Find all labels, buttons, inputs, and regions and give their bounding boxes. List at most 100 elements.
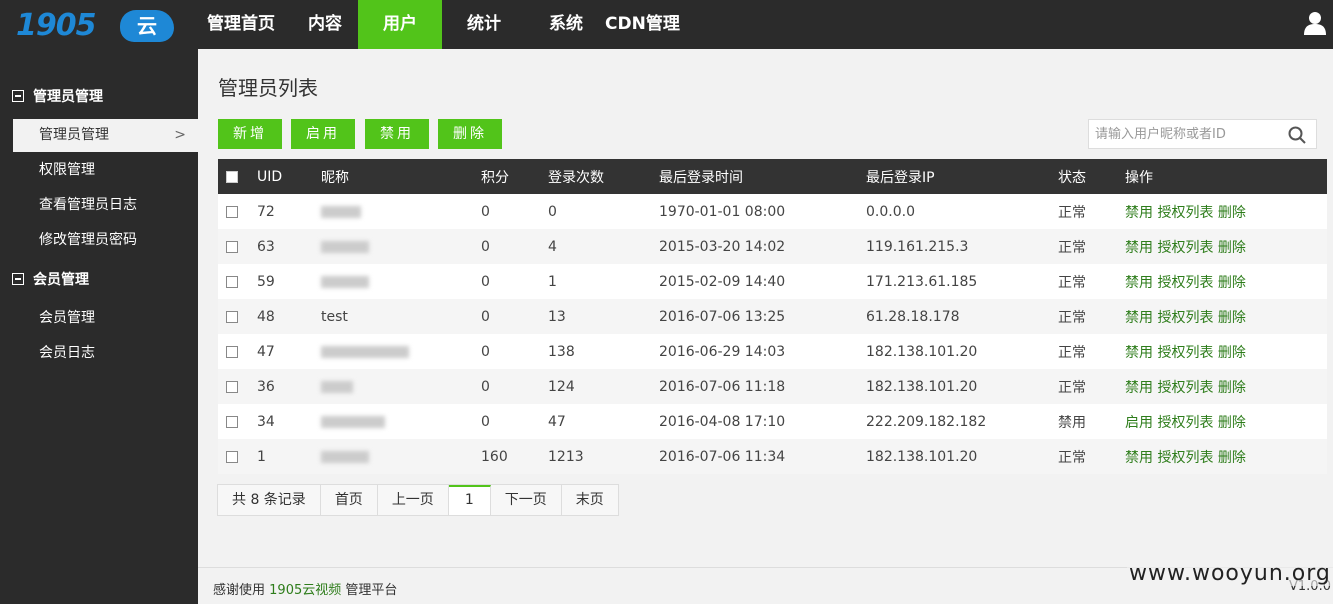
search-input[interactable] bbox=[1095, 125, 1275, 143]
chevron-right-icon: > bbox=[174, 127, 186, 143]
table-row: 1 160 1213 2016-07-06 11:34 182.138.101.… bbox=[218, 439, 1327, 474]
enable-button[interactable]: 启用 bbox=[291, 119, 355, 149]
header-nickname: 昵称 bbox=[321, 169, 349, 186]
header-last-ip: 最后登录IP bbox=[866, 169, 935, 186]
delete-link[interactable]: 删除 bbox=[1218, 310, 1246, 326]
row-checkbox[interactable] bbox=[226, 240, 238, 253]
toggle-link[interactable]: 禁用 bbox=[1125, 450, 1153, 466]
cell-uid: 1 bbox=[257, 448, 266, 465]
admin-table: UID 昵称 积分 登录次数 最后登录时间 最后登录IP 状态 操作 72 0 … bbox=[218, 159, 1327, 474]
nav-item-cdn[interactable]: CDN管理 bbox=[599, 0, 686, 49]
cell-uid: 72 bbox=[257, 203, 275, 220]
delete-link[interactable]: 删除 bbox=[1218, 275, 1246, 291]
row-checkbox[interactable] bbox=[226, 310, 238, 323]
cell-points: 0 bbox=[481, 203, 490, 220]
cell-nickname bbox=[321, 264, 481, 299]
auth-list-link[interactable]: 授权列表 bbox=[1157, 205, 1213, 221]
cell-last-ip: 171.213.61.185 bbox=[866, 273, 978, 290]
cell-nickname bbox=[321, 369, 481, 404]
sidebar-group-admin[interactable]: 管理员管理 bbox=[12, 87, 103, 107]
cell-points: 0 bbox=[481, 238, 490, 255]
add-button[interactable]: 新增 bbox=[218, 119, 282, 149]
nav-item-home[interactable]: 管理首页 bbox=[198, 0, 284, 49]
sidebar-item-change-password[interactable]: 修改管理员密码 bbox=[13, 224, 198, 257]
cell-last-ip: 182.138.101.20 bbox=[866, 343, 978, 360]
toggle-link[interactable]: 禁用 bbox=[1125, 380, 1153, 396]
row-checkbox[interactable] bbox=[226, 450, 238, 463]
toggle-link[interactable]: 禁用 bbox=[1125, 275, 1153, 291]
sidebar-item-member-log[interactable]: 会员日志 bbox=[13, 337, 198, 370]
disable-button[interactable]: 禁用 bbox=[365, 119, 429, 149]
select-all-checkbox[interactable] bbox=[226, 170, 238, 183]
last-page-button[interactable]: 末页 bbox=[562, 485, 618, 515]
delete-link[interactable]: 删除 bbox=[1218, 450, 1246, 466]
sidebar-item-member-manage[interactable]: 会员管理 bbox=[13, 302, 198, 335]
toggle-link[interactable]: 启用 bbox=[1125, 415, 1153, 431]
cell-status: 正常 bbox=[1058, 204, 1086, 221]
auth-list-link[interactable]: 授权列表 bbox=[1157, 450, 1213, 466]
top-bar: 1905 云 管理首页 内容 用户 统计 系统 CDN管理 bbox=[0, 0, 1333, 49]
next-page-button[interactable]: 下一页 bbox=[491, 485, 562, 515]
delete-link[interactable]: 删除 bbox=[1218, 380, 1246, 396]
cell-uid: 36 bbox=[257, 378, 275, 395]
auth-list-link[interactable]: 授权列表 bbox=[1157, 345, 1213, 361]
delete-link[interactable]: 删除 bbox=[1218, 345, 1246, 361]
blurred-nickname bbox=[321, 450, 369, 463]
search-icon[interactable] bbox=[1288, 126, 1306, 144]
row-checkbox[interactable] bbox=[226, 380, 238, 393]
logo[interactable]: 1905 云 bbox=[16, 6, 174, 43]
footer: 感谢使用 1905云视频 管理平台 bbox=[213, 579, 397, 598]
cell-nickname bbox=[321, 334, 481, 369]
auth-list-link[interactable]: 授权列表 bbox=[1157, 380, 1213, 396]
nav-item-users[interactable]: 用户 bbox=[358, 0, 442, 49]
auth-list-link[interactable]: 授权列表 bbox=[1157, 310, 1213, 326]
row-checkbox[interactable] bbox=[226, 205, 238, 218]
toggle-link[interactable]: 禁用 bbox=[1125, 345, 1153, 361]
delete-link[interactable]: 删除 bbox=[1218, 415, 1246, 431]
nav-item-stats[interactable]: 统计 bbox=[442, 0, 525, 49]
cell-last-ip: 222.209.182.182 bbox=[866, 413, 987, 430]
table-row: 63 0 4 2015-03-20 14:02 119.161.215.3 正常… bbox=[218, 229, 1327, 264]
nav-item-content[interactable]: 内容 bbox=[284, 0, 358, 49]
table-row: 72 0 0 1970-01-01 08:00 0.0.0.0 正常 禁用 授权… bbox=[218, 194, 1327, 229]
delete-button[interactable]: 删除 bbox=[438, 119, 502, 149]
toggle-link[interactable]: 禁用 bbox=[1125, 240, 1153, 256]
cell-last-ip: 61.28.18.178 bbox=[866, 308, 960, 325]
pagination: 共 8 条记录 首页 上一页 1 下一页 末页 bbox=[217, 484, 619, 516]
cell-uid: 48 bbox=[257, 308, 275, 325]
delete-link[interactable]: 删除 bbox=[1218, 205, 1246, 221]
sidebar-group-members[interactable]: 会员管理 bbox=[12, 270, 89, 290]
footer-brand-link[interactable]: 1905云视频 bbox=[269, 583, 341, 598]
toggle-link[interactable]: 禁用 bbox=[1125, 310, 1153, 326]
cell-status: 正常 bbox=[1058, 274, 1086, 291]
cell-nickname bbox=[321, 439, 481, 474]
user-icon[interactable] bbox=[1304, 11, 1326, 35]
toggle-link[interactable]: 禁用 bbox=[1125, 205, 1153, 221]
auth-list-link[interactable]: 授权列表 bbox=[1157, 240, 1213, 256]
delete-link[interactable]: 删除 bbox=[1218, 240, 1246, 256]
cell-nickname: test bbox=[321, 308, 348, 325]
sidebar-item-permissions[interactable]: 权限管理 bbox=[13, 154, 198, 187]
cell-logins: 1213 bbox=[548, 448, 584, 465]
cell-status: 正常 bbox=[1058, 239, 1086, 256]
row-checkbox[interactable] bbox=[226, 415, 238, 428]
row-checkbox[interactable] bbox=[226, 345, 238, 358]
auth-list-link[interactable]: 授权列表 bbox=[1157, 275, 1213, 291]
nav-item-system[interactable]: 系统 bbox=[525, 0, 599, 49]
current-page[interactable]: 1 bbox=[448, 485, 491, 515]
table-row: 59 0 1 2015-02-09 14:40 171.213.61.185 正… bbox=[218, 264, 1327, 299]
table-row: 48 test 0 13 2016-07-06 13:25 61.28.18.1… bbox=[218, 299, 1327, 334]
sidebar: 管理员管理 管理员管理 > 权限管理 查看管理员日志 修改管理员密码 会员管理 … bbox=[0, 49, 198, 604]
watermark: www.wooyun.org bbox=[1127, 561, 1333, 586]
cell-last-time: 2016-06-29 14:03 bbox=[659, 343, 786, 360]
row-checkbox[interactable] bbox=[226, 275, 238, 288]
prev-page-button[interactable]: 上一页 bbox=[378, 485, 449, 515]
cell-uid: 47 bbox=[257, 343, 275, 360]
blurred-nickname bbox=[321, 415, 385, 428]
auth-list-link[interactable]: 授权列表 bbox=[1157, 415, 1213, 431]
sidebar-item-admin-log[interactable]: 查看管理员日志 bbox=[13, 189, 198, 222]
cell-points: 160 bbox=[481, 448, 508, 465]
sidebar-item-label: 管理员管理 bbox=[39, 127, 109, 143]
first-page-button[interactable]: 首页 bbox=[321, 485, 378, 515]
sidebar-item-admin-manage[interactable]: 管理员管理 > bbox=[13, 119, 198, 152]
